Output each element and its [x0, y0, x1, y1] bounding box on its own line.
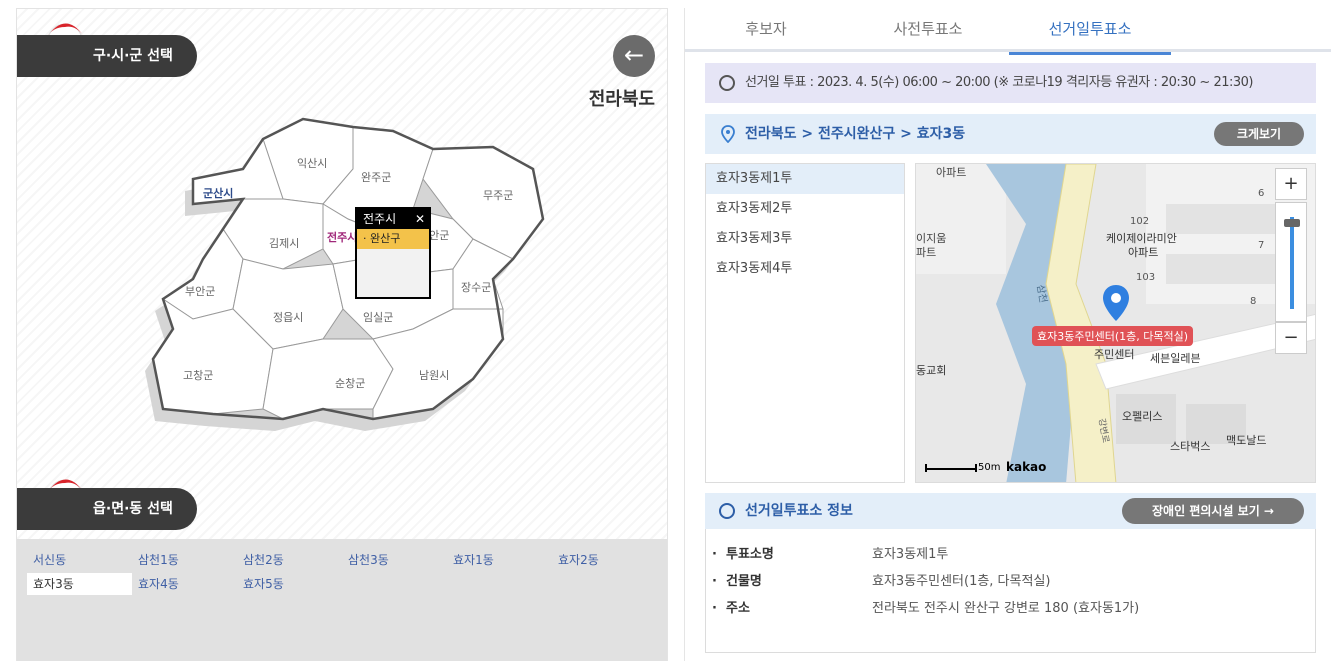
location-bar: 전라북도 > 전주시완산구 > 효자3동 크게보기: [705, 114, 1316, 154]
polling-info-body: · 투표소명 효자3동제1투 · 건물명 효자3동주민센터(1층, 다목적실) · 주소 전라북…: [705, 529, 1316, 653]
label-gunsan: 군산시: [203, 186, 233, 200]
tab-election-day[interactable]: 선거일투표소: [1009, 8, 1171, 55]
label-wanju: 완주군: [361, 171, 391, 184]
tab-early-voting[interactable]: 사전투표소: [847, 8, 1009, 52]
dong-list-area: 서신동 삼천1동 삼천2동 삼천3동 효자1동 효자2동효자3동 효자4동 효자5동: [17, 539, 667, 661]
dong-list: 서신동 삼천1동 삼천2동 삼천3동 효자1동 효자2동효자3동 효자4동 효자5동: [27, 549, 657, 595]
province-map: 익산시 완주군 무주군 군산시 김제시 전주시 진안군 부안군 장수군 정읍시 …: [145, 117, 545, 431]
polling-info-panel: 후보자 사전투표소 선거일투표소 선거일 투표 : 2023. 4. 5(수) …: [684, 8, 1331, 661]
polling-station-item[interactable]: 효자3동제3투: [706, 224, 904, 254]
dong-select-label: 읍·면·동 선택: [17, 488, 197, 530]
dong-item[interactable]: 효자5동: [237, 573, 342, 595]
map-label-7: 7: [1258, 240, 1265, 251]
info-row: · 주소 전라북도 전주시 완산구 강변로 180 (효자동1가): [706, 595, 1315, 622]
label-jangsu: 장수군: [461, 281, 491, 294]
map-label-kj-apt: 아파트: [1128, 246, 1159, 259]
label-muju: 무주군: [483, 189, 513, 202]
popup-title: 전주시: [363, 212, 397, 226]
map-label-samcheon: 삼천: [1034, 283, 1049, 304]
map-label-102: 102: [1130, 216, 1150, 227]
dong-item[interactable]: 서신동: [27, 549, 132, 571]
region-buan[interactable]: [162, 228, 244, 320]
zoom-out-button[interactable]: −: [1275, 322, 1307, 354]
jeonju-popup: 전주시 ✕ · 완산구: [355, 207, 431, 299]
label-jeongeup: 정읍시: [273, 311, 303, 324]
back-arrow-button[interactable]: ←: [613, 35, 655, 77]
dong-item[interactable]: 삼천3동: [342, 549, 447, 571]
city-select-label: 구·시·군 선택: [17, 35, 197, 77]
label-namwon: 남원시: [419, 369, 449, 382]
polling-station-list: 효자3동제1투 효자3동제2투 효자3동제3투 효자3동제4투: [705, 163, 905, 483]
map-label-ophelis: 오펠리스: [1122, 410, 1163, 423]
info-label: 건물명: [726, 574, 762, 589]
map-label-8: 8: [1250, 296, 1257, 307]
scale-label: 50m: [978, 462, 1001, 473]
tab-candidates[interactable]: 후보자: [685, 8, 847, 52]
label-sunchang: 순창군: [335, 377, 365, 390]
bullet-icon: ·: [712, 601, 717, 616]
info-label: 투표소명: [726, 547, 774, 562]
marker-label: 효자3동주민센터(1층, 다목적실): [1032, 326, 1194, 346]
dong-item[interactable]: 효자2동: [552, 549, 657, 571]
voting-hours-text: 선거일 투표 : 2023. 4. 5(수) 06:00 ~ 20:00 (※ …: [745, 75, 1254, 90]
dong-item[interactable]: 삼천2동: [237, 549, 342, 571]
tab-bar: 후보자 사전투표소 선거일투표소: [685, 8, 1331, 55]
bullet-icon: ·: [712, 574, 717, 589]
polling-station-item[interactable]: 효자3동제4투: [706, 254, 904, 284]
map-label-church: 동교회: [916, 364, 947, 377]
map-label-pateu: 파트: [916, 246, 937, 259]
clock-icon: [719, 75, 735, 91]
map-label-103: 103: [1136, 272, 1156, 283]
region-select-panel: 구·시·군 선택 ← 전라북도 익산시 완주군 무주군 군산시 김제시 전주시 …: [16, 8, 668, 661]
zoom-slider[interactable]: [1275, 202, 1307, 322]
enlarge-button[interactable]: 크게보기: [1214, 122, 1304, 146]
info-row: · 투표소명 효자3동제1투: [706, 541, 1315, 568]
close-icon[interactable]: ✕: [415, 209, 425, 229]
label-buan: 부안군: [185, 285, 215, 298]
kakao-logo: kakao: [1006, 460, 1047, 474]
map-label-6: 6: [1258, 188, 1265, 199]
map-label-apt: 아파트: [936, 166, 967, 179]
breadcrumb: 전라북도 > 전주시완산구 > 효자3동: [745, 126, 966, 142]
polling-station-item[interactable]: 효자3동제2투: [706, 194, 904, 224]
polling-station-item[interactable]: 효자3동제1투: [706, 164, 904, 194]
dong-item[interactable]: 효자3동: [27, 573, 132, 595]
info-value: 효자3동주민센터(1층, 다목적실): [872, 574, 1051, 589]
polling-info-title: 선거일투표소 정보: [745, 503, 853, 519]
label-imsil: 임실군: [363, 311, 393, 324]
map-marker-icon[interactable]: [1102, 284, 1130, 322]
clock-icon: [719, 503, 735, 519]
dong-item[interactable]: 효자1동: [447, 549, 552, 571]
map-label-seven-eleven: 세븐일레븐: [1150, 352, 1201, 365]
province-title: 전라북도: [588, 89, 655, 110]
label-iksan: 익산시: [297, 157, 327, 170]
map-label-starbucks: 스타벅스: [1170, 440, 1211, 453]
info-label: 주소: [726, 601, 750, 616]
info-row: · 건물명 효자3동주민센터(1층, 다목적실): [706, 568, 1315, 595]
zoom-handle[interactable]: [1284, 219, 1300, 227]
location-map[interactable]: 아파트 이지움 파트 케이제이라미안 아파트 102 103 6 7 8 주민센…: [915, 163, 1316, 483]
polling-info-header: 선거일투표소 정보 장애인 편의시설 보기 →: [705, 493, 1316, 529]
popup-item-wansan[interactable]: · 완산구: [357, 229, 429, 249]
location-pin-icon: [721, 125, 735, 143]
accessibility-facility-button[interactable]: 장애인 편의시설 보기 →: [1122, 498, 1304, 524]
label-jeonju: 전주시: [327, 230, 357, 244]
label-gimje: 김제시: [269, 237, 299, 250]
bullet-icon: ·: [712, 547, 717, 562]
label-gochang: 고창군: [183, 369, 213, 382]
info-value: 효자3동제1투: [872, 547, 949, 562]
voting-hours-notice: 선거일 투표 : 2023. 4. 5(수) 06:00 ~ 20:00 (※ …: [705, 63, 1316, 103]
dong-item[interactable]: 효자4동: [132, 573, 237, 595]
map-label-mcdonalds: 맥도날드: [1226, 434, 1267, 447]
dong-item[interactable]: 삼천1동: [132, 549, 237, 571]
info-value: 전라북도 전주시 완산구 강변로 180 (효자동1가): [872, 601, 1140, 616]
map-label-community-center: 주민센터: [1094, 348, 1135, 361]
zoom-in-button[interactable]: +: [1275, 168, 1307, 200]
